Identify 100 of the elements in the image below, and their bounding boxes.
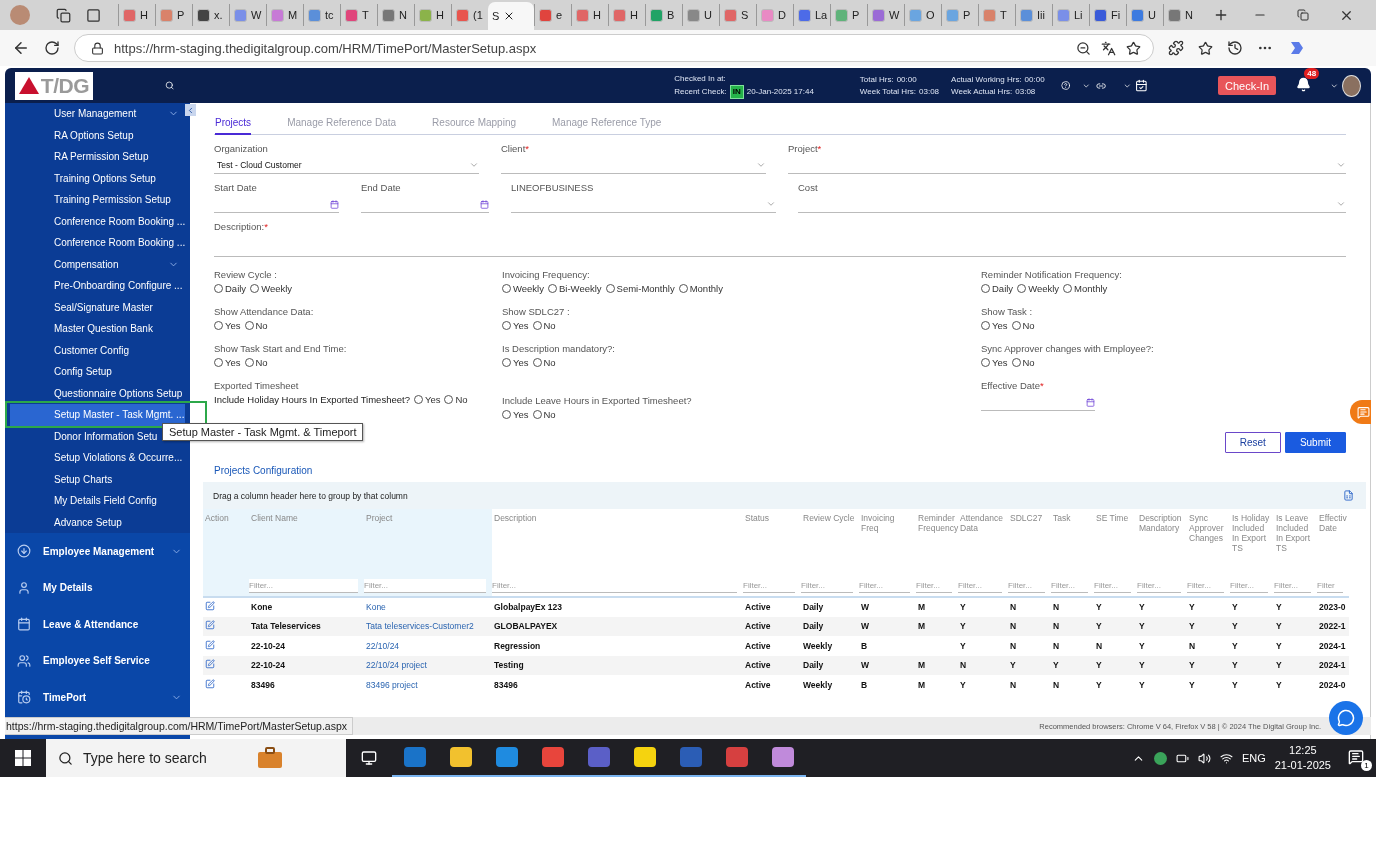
sidebar-section[interactable]: TimePort bbox=[5, 679, 190, 716]
sidebar-item[interactable]: Conference Room Booking ... bbox=[10, 232, 185, 254]
sidebar-section[interactable]: My Details bbox=[5, 569, 190, 606]
browser-tab[interactable]: T bbox=[978, 4, 1015, 26]
browser-tab[interactable]: tc bbox=[303, 4, 340, 26]
radio-button[interactable] bbox=[502, 358, 511, 367]
tab-actions-icon[interactable] bbox=[85, 7, 101, 23]
favorite-star-icon[interactable] bbox=[1126, 40, 1141, 56]
sidebar-section[interactable]: Leave & Attendance bbox=[5, 606, 190, 643]
taskbar-search-field[interactable]: Type here to search bbox=[46, 739, 346, 777]
edit-icon[interactable] bbox=[205, 659, 215, 670]
column-header[interactable]: Is Leave Included In Export TS bbox=[1276, 513, 1315, 553]
column-header[interactable]: Task bbox=[1053, 513, 1071, 523]
browser-tab[interactable]: (1 bbox=[451, 4, 488, 26]
sidebar-section[interactable]: Employee Self Service bbox=[5, 642, 190, 679]
browser-tab[interactable]: H bbox=[118, 4, 155, 26]
reset-button[interactable]: Reset bbox=[1224, 432, 1281, 453]
browser-tab[interactable]: Li bbox=[1052, 4, 1089, 26]
radio-button[interactable] bbox=[502, 284, 511, 293]
column-header[interactable]: Sync Approver Changes bbox=[1189, 513, 1228, 543]
sidebar-item[interactable]: Config Setup bbox=[10, 361, 185, 383]
table-link[interactable]: Kone bbox=[366, 602, 386, 613]
language-indicator[interactable]: ENG bbox=[1241, 752, 1266, 764]
sidebar-item[interactable]: Setup Charts bbox=[10, 468, 185, 490]
back-icon[interactable] bbox=[12, 39, 30, 57]
radio-button[interactable] bbox=[214, 321, 223, 330]
extensions-icon[interactable] bbox=[1168, 40, 1184, 56]
sidebar-item[interactable]: Advance Setup bbox=[10, 511, 185, 533]
edit-icon[interactable] bbox=[205, 601, 215, 612]
radio-button[interactable] bbox=[1011, 321, 1021, 330]
edit-icon[interactable] bbox=[205, 639, 215, 650]
calendar-check-icon[interactable] bbox=[1135, 78, 1148, 93]
browser-tab[interactable]: U bbox=[1126, 4, 1163, 26]
sidebar-item[interactable]: Training Options Setup bbox=[10, 167, 185, 189]
sidebar-item[interactable]: Setup Violations & Occurre... bbox=[10, 447, 185, 469]
browser-tab[interactable]: O bbox=[904, 4, 941, 26]
app-icon[interactable] bbox=[450, 747, 472, 767]
browser-tab[interactable]: B bbox=[645, 4, 682, 26]
user-avatar[interactable] bbox=[1342, 74, 1361, 97]
browser-tab[interactable]: P bbox=[155, 4, 192, 26]
radio-button[interactable] bbox=[444, 395, 454, 404]
sidebar-item[interactable]: Seal/Signature Master bbox=[10, 296, 185, 318]
radio-button[interactable] bbox=[1011, 358, 1021, 367]
radio-button[interactable] bbox=[532, 321, 542, 330]
profile-avatar[interactable] bbox=[10, 5, 30, 25]
column-header[interactable]: SDLC27 bbox=[1010, 513, 1043, 523]
sidebar-item[interactable]: RA Options Setup bbox=[10, 124, 185, 146]
column-header[interactable]: Description bbox=[494, 513, 537, 523]
radio-button[interactable] bbox=[548, 284, 557, 293]
browser-tab[interactable]: e bbox=[534, 4, 571, 26]
check-in-button[interactable]: Check-In bbox=[1217, 76, 1277, 95]
favorites-icon[interactable] bbox=[1198, 40, 1213, 56]
history-icon[interactable] bbox=[1227, 40, 1243, 56]
radio-button[interactable] bbox=[502, 410, 511, 419]
radio-button[interactable] bbox=[605, 284, 615, 293]
column-header[interactable]: Description Mandatory bbox=[1139, 513, 1185, 533]
workspaces-icon[interactable] bbox=[55, 7, 71, 23]
new-tab-icon[interactable] bbox=[1213, 7, 1229, 23]
radio-button[interactable] bbox=[244, 358, 254, 367]
radio-button[interactable] bbox=[532, 358, 542, 367]
browser-tab[interactable]: La bbox=[793, 4, 830, 26]
edit-icon[interactable] bbox=[205, 678, 215, 689]
app-icon[interactable] bbox=[680, 747, 702, 767]
filter-field[interactable]: Filter... bbox=[249, 579, 358, 593]
help-icon[interactable] bbox=[1060, 80, 1070, 91]
reload-icon[interactable] bbox=[44, 40, 60, 56]
address-bar[interactable]: https://hrm-staging.thedigitalgroup.com/HRM/TimePort/MasterSetup.aspx bbox=[74, 34, 1154, 62]
taskbar-clock[interactable]: 12:25 21-01-2025 bbox=[1274, 743, 1331, 773]
browser-tab[interactable]: N bbox=[1163, 4, 1200, 26]
radio-button[interactable] bbox=[1063, 284, 1073, 293]
sidebar-item[interactable]: Customer Config bbox=[10, 339, 185, 361]
radio-button[interactable] bbox=[532, 410, 542, 419]
column-header[interactable]: Is Holiday Included In Export TS bbox=[1232, 513, 1272, 553]
browser-tab[interactable]: U bbox=[682, 4, 719, 26]
browser-tab[interactable]: P bbox=[830, 4, 867, 26]
browser-tab[interactable]: H bbox=[414, 4, 451, 26]
filter-field[interactable]: Filter... bbox=[364, 579, 486, 593]
column-header[interactable]: Effectiv Date bbox=[1319, 513, 1347, 533]
radio-button[interactable] bbox=[502, 321, 511, 330]
edit-icon[interactable] bbox=[205, 620, 215, 631]
menu-search-icon[interactable] bbox=[164, 80, 175, 91]
sidebar-item[interactable]: Setup Master - Task Mgmt. ... bbox=[10, 404, 185, 426]
app-icon[interactable] bbox=[772, 747, 794, 767]
radio-button[interactable] bbox=[250, 284, 260, 293]
browser-tab[interactable]: D bbox=[756, 4, 793, 26]
app-icon[interactable] bbox=[496, 747, 518, 767]
app-icon[interactable] bbox=[588, 747, 610, 767]
select-field[interactable]: Test - Cloud Customer bbox=[214, 157, 479, 174]
sidebar-item[interactable]: Training Permission Setup bbox=[10, 189, 185, 211]
windows-start-icon[interactable] bbox=[15, 750, 31, 766]
sidebar-item[interactable]: Pre-Onboarding Configure ... bbox=[10, 275, 185, 297]
browser-tab[interactable]: P bbox=[941, 4, 978, 26]
app-icon[interactable] bbox=[542, 747, 564, 767]
tab[interactable]: Projects bbox=[215, 117, 252, 135]
browser-tab[interactable]: W bbox=[867, 4, 904, 26]
sidebar-item[interactable]: User Management bbox=[10, 103, 185, 125]
task-view-icon[interactable] bbox=[361, 750, 377, 766]
radio-button[interactable] bbox=[678, 284, 688, 293]
browser-tab[interactable]: H bbox=[571, 4, 608, 26]
sidebar-section[interactable]: Employee Management bbox=[5, 533, 190, 570]
